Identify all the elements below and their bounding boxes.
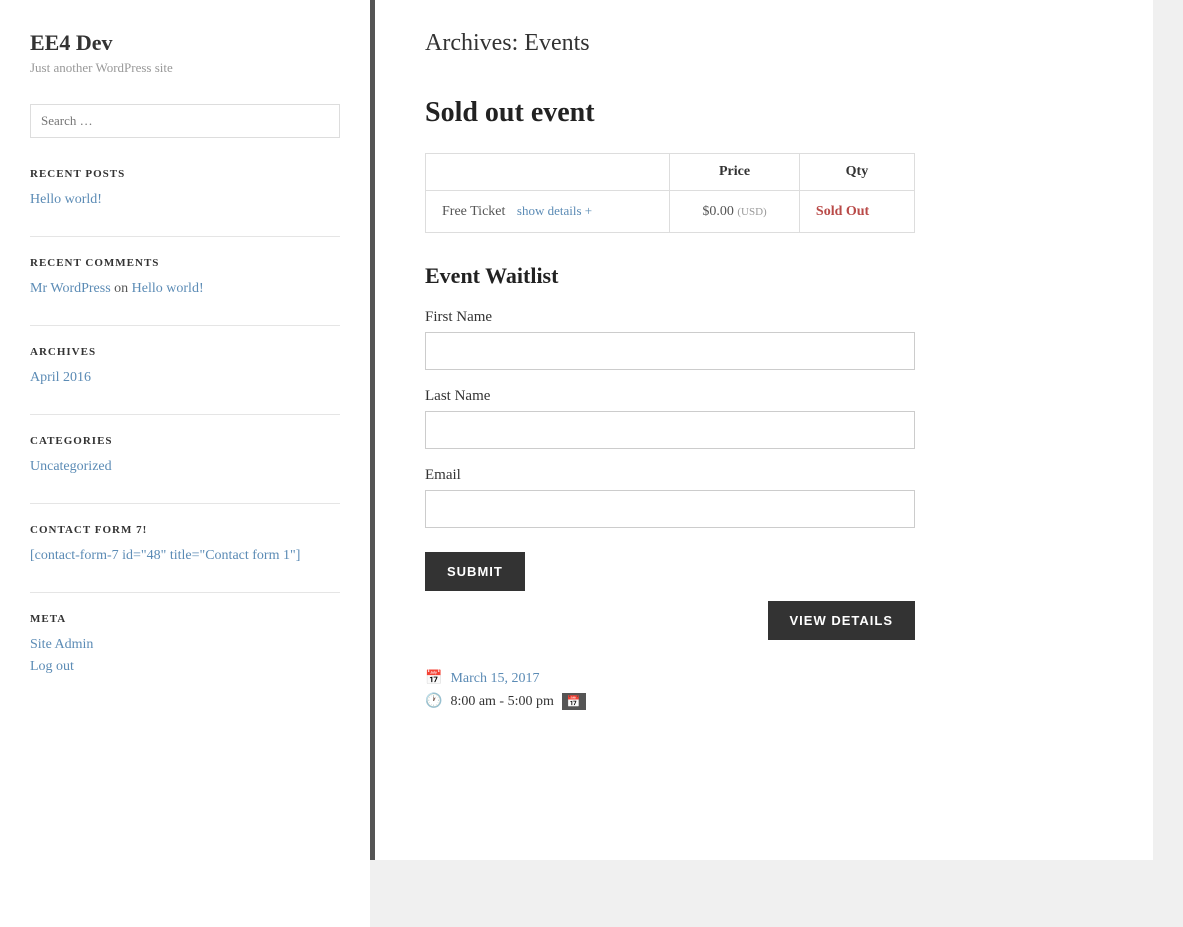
event-time-row: 🕐 8:00 am - 5:00 pm 📅: [425, 693, 1103, 710]
main-content: Archives: Events Sold out event Price Qt…: [370, 0, 1183, 927]
meta-site-admin[interactable]: Site Admin: [30, 637, 340, 653]
last-name-input[interactable]: [425, 411, 915, 449]
divider-3: [30, 414, 340, 415]
ticket-table-header-row: Price Qty: [426, 154, 915, 191]
archive-title: Archives: Events: [425, 30, 1103, 57]
divider-4: [30, 503, 340, 504]
ticket-name: Free Ticket: [442, 204, 505, 219]
comment-on-text: on: [114, 281, 128, 296]
divider-1: [30, 236, 340, 237]
clock-icon: 🕐: [425, 693, 442, 710]
contact-form-label: CONTACT FORM 7!: [30, 524, 340, 536]
categories-section: CATEGORIES Uncategorized: [30, 435, 340, 475]
search-input[interactable]: [30, 104, 340, 138]
site-tagline: Just another WordPress site: [30, 60, 340, 76]
event-date-link[interactable]: March 15, 2017: [450, 671, 539, 687]
event-title: Sold out event: [425, 97, 1103, 129]
ticket-table: Price Qty Free Ticket show details + $0.…: [425, 153, 915, 233]
submit-button[interactable]: SUBMIT: [425, 552, 525, 591]
first-name-group: First Name: [425, 309, 1103, 370]
sidebar: EE4 Dev Just another WordPress site RECE…: [0, 0, 370, 927]
ticket-qty-cell: Sold Out: [799, 191, 914, 233]
waitlist-title: Event Waitlist: [425, 263, 1103, 289]
email-label: Email: [425, 467, 1103, 484]
contact-form-shortcode: [contact-form-7 id="48" title="Contact f…: [30, 548, 340, 564]
calendar-icon: 📅: [425, 670, 442, 687]
ticket-col-name: [426, 154, 670, 191]
view-details-button[interactable]: VIEW DETAILS: [768, 601, 915, 640]
view-details-wrapper: VIEW DETAILS: [425, 601, 915, 640]
email-group: Email: [425, 467, 1103, 528]
ticket-row: Free Ticket show details + $0.00 (USD) S…: [426, 191, 915, 233]
comment-author-link[interactable]: Mr WordPress: [30, 281, 111, 296]
meta-log-out[interactable]: Log out: [30, 659, 340, 675]
archives-label: ARCHIVES: [30, 346, 340, 358]
site-title: EE4 Dev: [30, 30, 340, 56]
event-meta: 📅 March 15, 2017 🕐 8:00 am - 5:00 pm 📅: [425, 670, 1103, 710]
contact-form-section: CONTACT FORM 7! [contact-form-7 id="48" …: [30, 524, 340, 564]
ticket-currency: (USD): [737, 206, 766, 218]
recent-comments-section: RECENT COMMENTS Mr WordPress on Hello wo…: [30, 257, 340, 297]
add-to-calendar-button[interactable]: 📅: [562, 693, 586, 710]
comment-post-link[interactable]: Hello world!: [132, 281, 204, 296]
meta-label: META: [30, 613, 340, 625]
ticket-col-price: Price: [670, 154, 800, 191]
first-name-input[interactable]: [425, 332, 915, 370]
ticket-name-cell: Free Ticket show details +: [426, 191, 670, 233]
first-name-label: First Name: [425, 309, 1103, 326]
recent-posts-label: RECENT POSTS: [30, 168, 340, 180]
content-inner: Archives: Events Sold out event Price Qt…: [370, 0, 1153, 860]
divider-5: [30, 592, 340, 593]
recent-posts-section: RECENT POSTS Hello world!: [30, 168, 340, 208]
recent-comment-item: Mr WordPress on Hello world!: [30, 281, 340, 297]
ticket-price: $0.00: [702, 204, 734, 219]
event-date-row: 📅 March 15, 2017: [425, 670, 1103, 687]
email-input[interactable]: [425, 490, 915, 528]
categories-label: CATEGORIES: [30, 435, 340, 447]
archives-section: ARCHIVES April 2016: [30, 346, 340, 386]
divider-2: [30, 325, 340, 326]
meta-section: META Site Admin Log out: [30, 613, 340, 675]
sold-out-label: Sold Out: [816, 204, 869, 219]
show-details-link[interactable]: show details +: [517, 203, 592, 218]
recent-comments-label: RECENT COMMENTS: [30, 257, 340, 269]
ticket-price-cell: $0.00 (USD): [670, 191, 800, 233]
archive-april-2016[interactable]: April 2016: [30, 370, 340, 386]
event-time: 8:00 am - 5:00 pm: [450, 694, 553, 710]
ticket-col-qty: Qty: [799, 154, 914, 191]
last-name-label: Last Name: [425, 388, 1103, 405]
recent-post-hello-world[interactable]: Hello world!: [30, 192, 340, 208]
last-name-group: Last Name: [425, 388, 1103, 449]
category-uncategorized[interactable]: Uncategorized: [30, 459, 340, 475]
